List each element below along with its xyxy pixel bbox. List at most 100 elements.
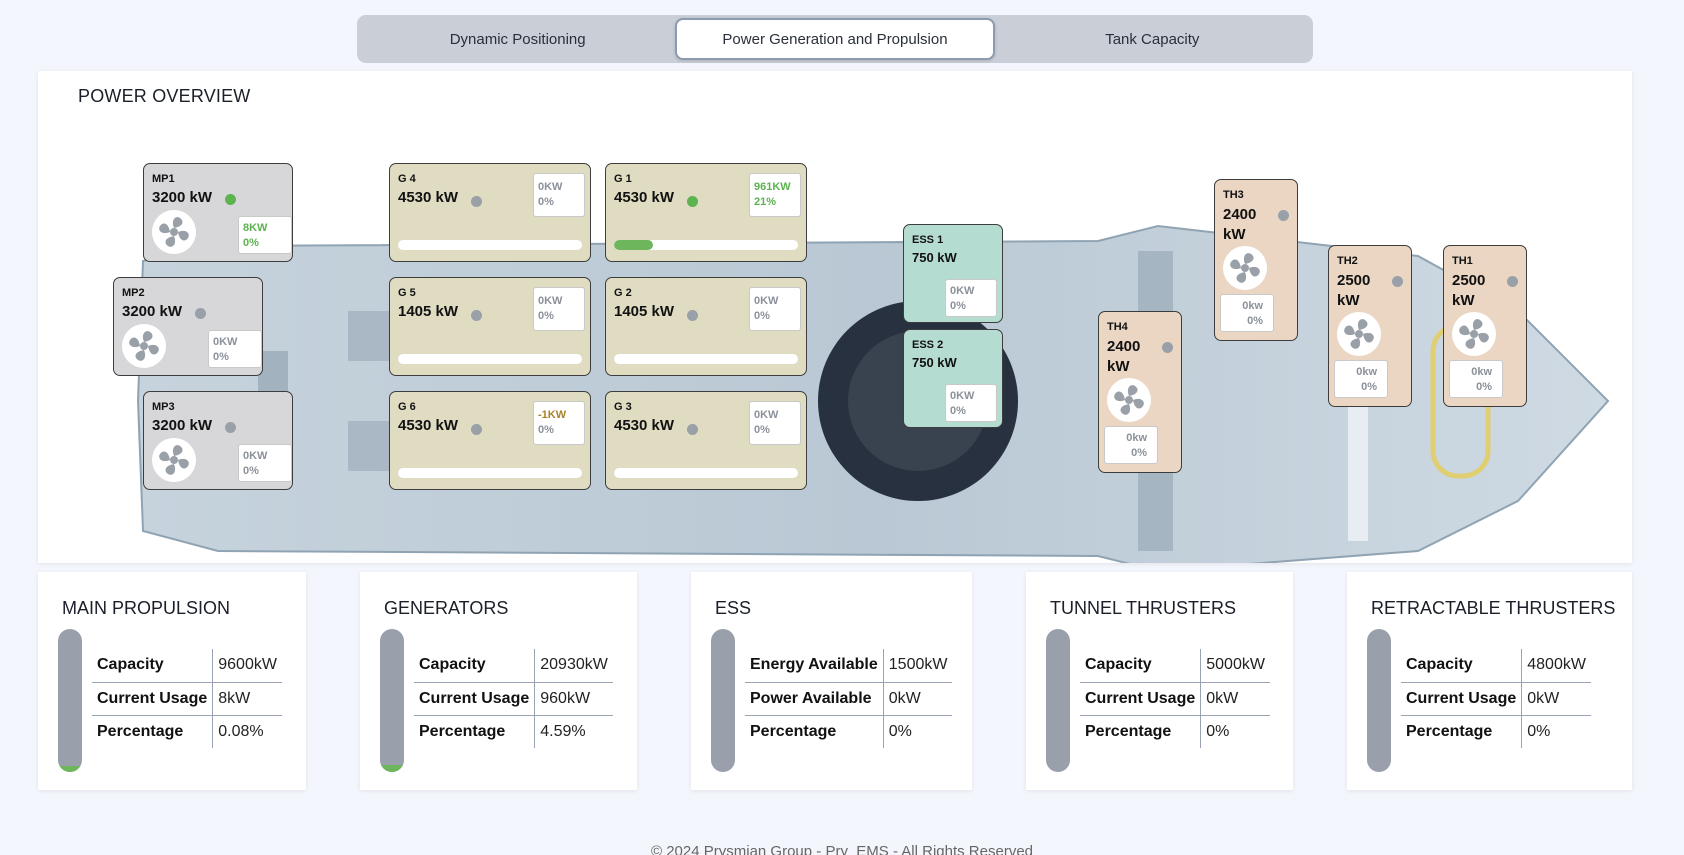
mp1-power: 8KW [243,222,268,234]
mp2-power: 0KW [213,336,238,348]
mp3-percent: 0% [243,465,259,477]
g6-readout: -1KW 0% [533,401,585,445]
g4-status-dot [471,196,482,207]
mp1-card[interactable]: MP1 3200 kW 8KW 0% [143,163,293,262]
mp3-power: 0KW [243,450,268,462]
g3-readout: 0KW 0% [749,401,801,445]
g1-rating: 4530 kW [614,189,675,206]
power-overview-panel: POWER OVERVIEW MP1 3200 kW 8KW 0% MP2 32… [38,71,1632,563]
row-key: Current Usage [1080,682,1202,716]
summary-title: RETRACTABLE THRUSTERS [1371,598,1616,618]
summary-table: Capacity 5000kW Current Usage 0kW Percenta… [1080,649,1270,748]
g4-load-bar [398,240,582,250]
g6-load-bar [398,468,582,478]
mp3-name: MP3 [152,401,175,413]
table-row: Energy Available 1500kW [745,649,953,683]
footer-copyright: © 2024 Prysmian Group - Pry_EMS - All Ri… [650,843,1034,855]
g1-load-fill [614,240,653,250]
row-key: Current Usage [414,682,536,716]
row-value: 960kW [534,682,613,716]
generator-g5-card[interactable]: G 5 1405 kW 0KW 0% [389,277,591,376]
g1-percent: 21% [754,196,777,208]
th4-rating: 2400 kW [1107,338,1141,375]
fan-icon [152,438,196,482]
row-value: 9600kW [212,649,282,683]
row-key: Capacity [92,649,214,683]
usage-gauge [380,629,404,772]
th2-rating: 2500 kW [1337,272,1371,309]
ess1-readout: 0KW 0% [945,279,997,317]
row-value: 0% [888,722,912,740]
g4-rating: 4530 kW [398,189,459,206]
tab-dynamic-positioning[interactable]: Dynamic Positioning [360,18,675,60]
g1-name: G 1 [614,173,632,185]
ess1-name: ESS 1 [912,234,944,246]
mp2-readout: 0KW 0% [208,330,262,368]
row-value: 0kW [883,682,953,716]
ess2-card[interactable]: ESS 2 750 kW 0KW 0% [903,329,1003,428]
g5-rating: 1405 kW [398,303,459,320]
table-row: Current Usage 0kW [1080,682,1270,716]
summary-title: ESS [715,598,752,618]
g6-name: G 6 [398,401,416,413]
tab-bar: Dynamic Positioning Power Generation and… [357,15,1313,63]
usage-gauge [1367,629,1391,772]
th3-power: 0kw [1242,300,1263,312]
th3-readout: 0kw 0% [1220,294,1274,332]
row-key: Percentage [1080,715,1202,748]
g4-name: G 4 [398,173,416,185]
generator-g2-card[interactable]: G 2 1405 kW 0KW 0% [605,277,807,376]
generator-g3-card[interactable]: G 3 4530 kW 0KW 0% [605,391,807,490]
thruster-th4-card[interactable]: TH4 2400 kW 0kw 0% [1098,311,1182,473]
table-row: Current Usage 0kW [1401,682,1591,716]
g4-power: 0KW [538,181,563,193]
row-key: Power Available [745,682,884,716]
row-key: Capacity [1401,649,1523,683]
th1-readout: 0kw 0% [1449,360,1503,398]
thruster-th1-card[interactable]: TH1 2500 kW 0kw 0% [1443,245,1527,407]
usage-gauge [58,629,82,772]
ess1-card[interactable]: ESS 1 750 kW 0KW 0% [903,224,1003,323]
g5-power: 0KW [538,295,563,307]
table-row: Capacity 4800kW [1401,649,1591,683]
g3-percent: 0% [754,424,770,436]
table-row: Percentage 0% [1401,715,1591,748]
g1-status-dot [687,196,698,207]
thruster-th2-card[interactable]: TH2 2500 kW 0kw 0% [1328,245,1412,407]
row-key: Capacity [1080,649,1202,683]
row-value: 4800kW [1521,649,1591,683]
generator-g1-card[interactable]: G 1 4530 kW 961KW 21% [605,163,807,262]
th4-status-dot [1162,342,1173,353]
mp3-card[interactable]: MP3 3200 kW 0KW 0% [143,391,293,490]
row-value: 0.08% [218,722,264,740]
overview-title: POWER OVERVIEW [78,86,251,106]
mp2-status-dot [195,308,206,319]
th4-power: 0kw [1126,432,1147,444]
g6-rating: 4530 kW [398,417,459,434]
summary-table: Capacity 9600kW Current Usage 8kW Percenta… [92,649,282,748]
row-value: 0% [1527,722,1551,740]
table-row: Capacity 20930kW [414,649,613,683]
row-key: Percentage [1401,715,1523,748]
generator-g4-card[interactable]: G 4 4530 kW 0KW 0% [389,163,591,262]
table-row: Power Available 0kW [745,682,953,716]
ess2-percent: 0% [950,405,966,417]
row-key: Percentage [414,715,536,748]
g5-readout: 0KW 0% [533,287,585,331]
g3-name: G 3 [614,401,632,413]
ess2-rating: 750 kW [912,355,957,370]
th2-power: 0kw [1356,366,1377,378]
tab-tank-capacity[interactable]: Tank Capacity [995,18,1310,60]
mp2-percent: 0% [213,351,229,363]
g1-load-bar [614,240,798,250]
mp2-card[interactable]: MP2 3200 kW 0KW 0% [113,277,263,376]
mp1-name: MP1 [152,173,175,185]
table-row: Percentage 4.59% [414,715,613,748]
row-value: 0kW [1521,682,1591,716]
generator-g6-card[interactable]: G 6 4530 kW -1KW 0% [389,391,591,490]
table-row: Capacity 9600kW [92,649,282,683]
table-row: Current Usage 8kW [92,682,282,716]
tab-power-generation[interactable]: Power Generation and Propulsion [675,18,995,60]
thruster-th3-card[interactable]: TH3 2400 kW 0kw 0% [1214,179,1298,341]
fan-icon [152,210,196,254]
